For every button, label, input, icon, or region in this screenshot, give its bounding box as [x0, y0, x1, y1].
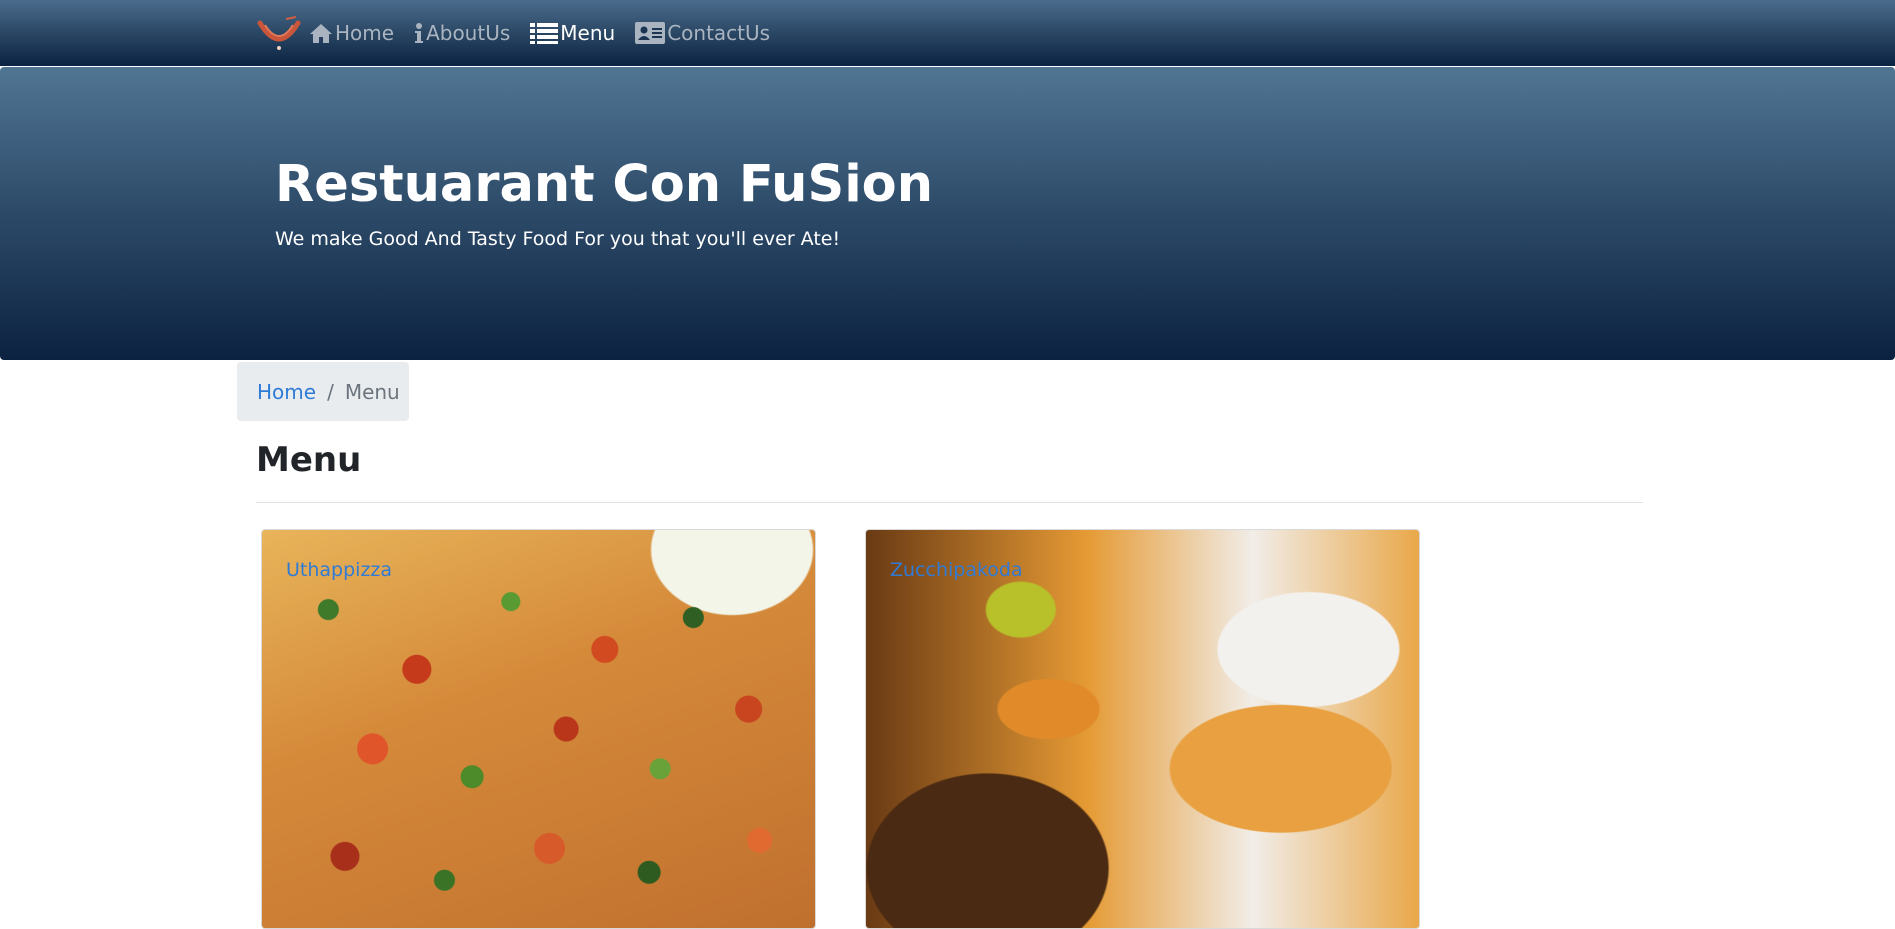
nav-contactus[interactable]: ContactUs [635, 21, 770, 45]
nav-contactus-label: ContactUs [667, 21, 771, 45]
list-icon [530, 23, 559, 44]
nav-aboutus[interactable]: AboutUs [414, 21, 510, 45]
nav-aboutus-label: AboutUs [426, 21, 511, 45]
page-title: Menu [256, 440, 362, 480]
address-card-icon [635, 22, 666, 44]
nav-menu-label: Menu [560, 21, 616, 45]
uthappizza-image[interactable] [262, 530, 815, 928]
hero-jumbotron: Restuarant Con FuSion We make Good And T… [0, 67, 1895, 360]
restaurant-logo[interactable] [255, 11, 303, 55]
navbar-inner: Home AboutUs Menu ContactUs [255, 0, 790, 66]
info-icon [415, 23, 424, 43]
menu-card-zucchipakoda[interactable]: Zucchipakoda [865, 529, 1420, 929]
breadcrumb: Home / Menu [237, 362, 409, 421]
navbar: Home AboutUs Menu ContactUs [0, 0, 1895, 66]
nav-home-label: Home [335, 21, 395, 45]
nav-menu[interactable]: Menu [530, 21, 615, 45]
menu-item-title[interactable]: Uthappizza [286, 559, 392, 581]
zucchipakoda-image[interactable] [866, 530, 1419, 928]
hero-title: Restuarant Con FuSion [275, 155, 934, 214]
logo-icon [257, 16, 301, 50]
breadcrumb-current: Menu [344, 379, 400, 404]
heading-divider [256, 502, 1643, 503]
nav-home[interactable]: Home [309, 21, 394, 45]
breadcrumb-separator: / [327, 379, 334, 404]
home-icon [310, 24, 332, 43]
hero-subtitle: We make Good And Tasty Food For you that… [275, 228, 841, 250]
menu-card-uthappizza[interactable]: Uthappizza [261, 529, 816, 929]
menu-item-title[interactable]: Zucchipakoda [890, 559, 1023, 581]
breadcrumb-home-link[interactable]: Home [257, 380, 316, 404]
